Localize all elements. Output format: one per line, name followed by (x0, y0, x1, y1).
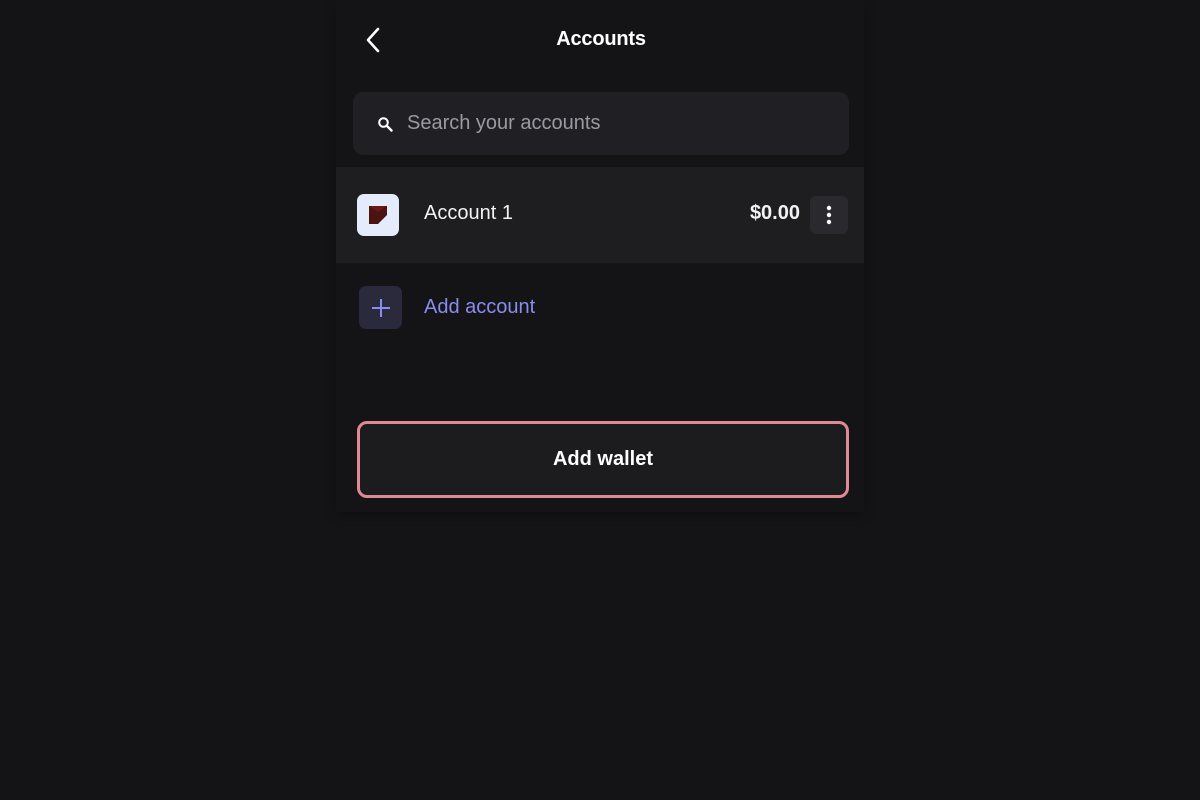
header: Accounts (336, 0, 864, 80)
add-account-label: Add account (424, 296, 536, 318)
add-wallet-label: Add wallet (552, 448, 653, 470)
plus-icon (371, 298, 390, 317)
page-title: Accounts (556, 28, 646, 50)
accounts-panel: Accounts Account 1 $0.00 (336, 0, 864, 512)
account-name: Account 1 (424, 202, 513, 224)
add-account-icon-box (359, 286, 402, 329)
account-logo-icon (369, 206, 387, 224)
add-account-button[interactable]: Add account (359, 286, 535, 329)
account-row[interactable]: Account 1 $0.00 (336, 167, 864, 263)
add-wallet-button[interactable]: Add wallet (357, 421, 849, 498)
search-bar[interactable] (353, 92, 849, 155)
more-vertical-icon (826, 205, 832, 225)
search-input[interactable] (407, 112, 827, 135)
account-balance: $0.00 (749, 202, 800, 224)
account-avatar (357, 194, 399, 236)
search-icon (377, 116, 393, 132)
account-menu-button[interactable] (810, 196, 848, 234)
